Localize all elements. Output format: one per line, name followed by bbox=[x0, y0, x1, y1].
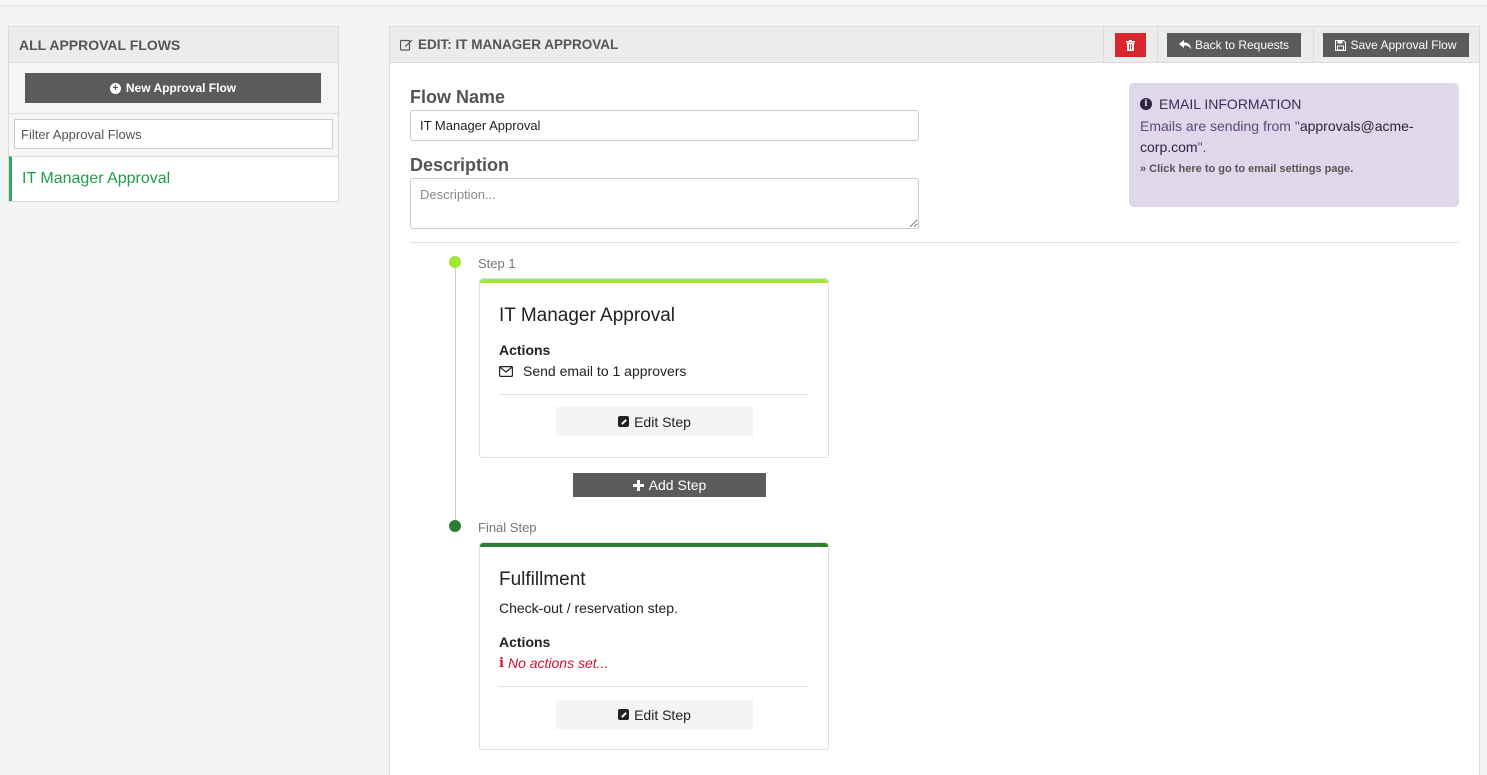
new-approval-flow-label: New Approval Flow bbox=[125, 81, 237, 95]
envelope-icon bbox=[499, 365, 513, 377]
no-actions-warning: i No actions set... bbox=[499, 655, 608, 671]
edit-step-label: Edit Step bbox=[634, 706, 691, 723]
sidebar-title: ALL APPROVAL FLOWS bbox=[9, 27, 338, 63]
section-divider bbox=[410, 242, 1459, 243]
save-approval-flow-button[interactable]: Save Approval Flow bbox=[1323, 33, 1469, 57]
edit-final-step-button[interactable]: Edit Step bbox=[556, 700, 753, 729]
step-1-action: Send email to 1 approvers bbox=[499, 363, 686, 379]
edit-step-label: Edit Step bbox=[634, 413, 691, 430]
email-info-header: i EMAIL INFORMATION bbox=[1140, 96, 1448, 112]
add-step-button[interactable]: Add Step bbox=[573, 473, 766, 497]
pencil-square-icon bbox=[618, 416, 630, 427]
add-step-label: Add Step bbox=[648, 477, 707, 493]
final-step-color-bar bbox=[480, 543, 828, 547]
final-step-description: Check-out / reservation step. bbox=[499, 600, 678, 616]
header-divider bbox=[1103, 27, 1104, 63]
card-divider bbox=[499, 394, 809, 395]
page-title-text: EDIT: IT MANAGER APPROVAL bbox=[418, 37, 619, 52]
info-circle-icon: i bbox=[1140, 98, 1152, 110]
trash-icon bbox=[1126, 39, 1135, 51]
edit-step-1-button[interactable]: Edit Step bbox=[556, 407, 753, 436]
top-bar bbox=[0, 0, 1487, 6]
approval-flows-sidebar: ALL APPROVAL FLOWS + New Approval Flow I… bbox=[8, 26, 339, 202]
flow-name-input[interactable] bbox=[410, 110, 919, 141]
email-info-title: EMAIL INFORMATION bbox=[1159, 96, 1302, 112]
step-1-color-bar bbox=[480, 279, 828, 283]
header-divider bbox=[1157, 27, 1158, 63]
final-step-card: Fulfillment Check-out / reservation step… bbox=[479, 542, 829, 750]
back-to-requests-button[interactable]: Back to Requests bbox=[1167, 33, 1301, 57]
email-text-suffix: ". bbox=[1197, 139, 1207, 155]
final-step-label: Final Step bbox=[478, 520, 537, 535]
header-divider bbox=[1313, 27, 1314, 63]
email-info-text: Emails are sending from "approvals@acme-… bbox=[1140, 116, 1448, 158]
step-1-title: IT Manager Approval bbox=[499, 305, 676, 326]
description-label: Description bbox=[410, 155, 510, 175]
plus-icon bbox=[632, 479, 644, 491]
save-approval-flow-label: Save Approval Flow bbox=[1350, 38, 1457, 52]
step-1-actions-heading: Actions bbox=[499, 342, 551, 358]
page-title: EDIT: IT MANAGER APPROVAL bbox=[400, 27, 618, 63]
floppy-disk-icon bbox=[1335, 39, 1347, 51]
sidebar-item-it-manager-approval[interactable]: IT Manager Approval bbox=[9, 156, 338, 201]
info-icon: i bbox=[499, 655, 504, 671]
plus-circle-icon: + bbox=[109, 82, 121, 94]
step-1-action-text: Send email to 1 approvers bbox=[523, 363, 687, 379]
email-information-box: i EMAIL INFORMATION Emails are sending f… bbox=[1129, 83, 1459, 207]
reply-icon bbox=[1178, 40, 1191, 50]
step-1-label: Step 1 bbox=[478, 256, 516, 271]
edit-icon bbox=[400, 39, 413, 51]
card-divider bbox=[499, 686, 809, 687]
delete-flow-button[interactable] bbox=[1115, 33, 1146, 57]
pencil-square-icon bbox=[618, 709, 630, 720]
sidebar-divider bbox=[9, 113, 338, 114]
back-to-requests-label: Back to Requests bbox=[1194, 38, 1290, 52]
final-step-title: Fulfillment bbox=[499, 569, 586, 590]
description-textarea[interactable] bbox=[410, 178, 919, 229]
filter-flows-input[interactable] bbox=[14, 119, 333, 149]
flow-name-label: Flow Name bbox=[410, 87, 506, 107]
edit-flow-panel: EDIT: IT MANAGER APPROVAL Back to Reques… bbox=[389, 26, 1480, 775]
final-step-actions-heading: Actions bbox=[499, 634, 551, 650]
no-actions-text: No actions set... bbox=[507, 655, 609, 671]
steps-timeline bbox=[455, 268, 456, 528]
email-text-prefix: Emails are sending from " bbox=[1140, 118, 1300, 134]
step-1-card: IT Manager Approval Actions Send email t… bbox=[479, 278, 829, 458]
email-settings-link[interactable]: » Click here to go to email settings pag… bbox=[1140, 163, 1448, 175]
new-approval-flow-button[interactable]: + New Approval Flow bbox=[25, 73, 321, 103]
panel-header: EDIT: IT MANAGER APPROVAL Back to Reques… bbox=[390, 27, 1479, 63]
step-1-marker bbox=[449, 256, 461, 268]
final-step-marker bbox=[449, 520, 461, 532]
